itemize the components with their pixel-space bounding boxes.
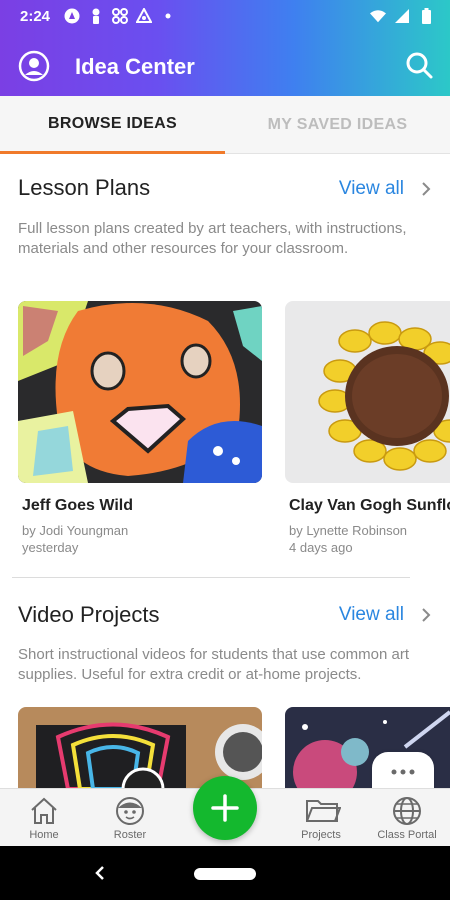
- video-projects-description: Short instructional videos for students …: [18, 646, 410, 683]
- nav-label: Home: [29, 829, 59, 841]
- home-pill-button[interactable]: [194, 868, 256, 880]
- card-title[interactable]: Jeff Goes Wild: [22, 497, 262, 515]
- signal-icon: [394, 8, 410, 24]
- app-notification-icon: [64, 8, 80, 24]
- status-bar: 2:24: [0, 0, 450, 32]
- nav-label: Roster: [113, 829, 147, 841]
- notification-icons: [64, 8, 176, 24]
- video-projects-title: Video Projects: [18, 602, 160, 627]
- card-title[interactable]: Clay Van Gogh Sunflo: [289, 497, 450, 515]
- back-icon[interactable]: [92, 863, 108, 883]
- app-header: 2:24 Idea Center: [0, 0, 450, 96]
- lesson-plans-title: Lesson Plans: [18, 175, 151, 200]
- wifi-icon: [370, 8, 386, 24]
- tab-my-saved-ideas[interactable]: MY SAVED IDEAS: [225, 96, 450, 154]
- video-projects-chevron-right-icon[interactable]: [420, 608, 432, 622]
- globe-icon: [391, 795, 423, 827]
- section-divider: [12, 577, 410, 578]
- nav-label: Projects: [301, 829, 341, 841]
- system-status-icons: [370, 8, 434, 24]
- lesson-plans-view-all-link[interactable]: View all: [339, 178, 404, 200]
- card-date: yesterday: [22, 540, 79, 555]
- app-title: Idea Center: [75, 54, 195, 79]
- person-notification-icon: [88, 8, 104, 24]
- nav-item-home[interactable]: Home: [4, 789, 84, 847]
- home-icon: [28, 795, 60, 827]
- dot-notification-icon: [160, 8, 176, 24]
- add-button[interactable]: [193, 776, 257, 840]
- nav-item-projects[interactable]: Projects: [281, 789, 361, 847]
- folder-icon: [305, 795, 342, 827]
- plus-icon: [211, 794, 239, 822]
- status-time: 2:24: [20, 8, 51, 25]
- nav-label: Class Portal: [377, 829, 437, 841]
- triangle-notification-icon: [136, 8, 152, 24]
- video-projects-view-all-link[interactable]: View all: [339, 604, 404, 626]
- card-author: by Jodi Youngman: [22, 523, 129, 538]
- app-bar: Idea Center: [0, 40, 450, 92]
- lesson-plans-description: Full lesson plans created by art teacher…: [18, 220, 407, 257]
- card-author: by Lynette Robinson: [289, 523, 408, 538]
- system-navigation-bar: [0, 846, 450, 900]
- tab-bar: BROWSE IDEAS MY SAVED IDEAS: [0, 96, 450, 154]
- nav-item-class-portal[interactable]: Class Portal: [367, 789, 447, 847]
- roster-icon: [114, 795, 146, 827]
- nav-item-roster[interactable]: Roster: [90, 789, 170, 847]
- fan-notification-icon: [112, 8, 128, 24]
- battery-icon: [418, 8, 434, 24]
- lesson-plans-chevron-right-icon[interactable]: [420, 182, 432, 196]
- more-options-icon[interactable]: [372, 752, 434, 792]
- tab-browse-ideas[interactable]: BROWSE IDEAS: [0, 96, 225, 154]
- clay-van-gogh-thumbnail[interactable]: [285, 301, 450, 483]
- search-icon[interactable]: [404, 50, 434, 80]
- jeff-goes-wild-thumbnail[interactable]: [18, 301, 262, 483]
- card-date: 4 days ago: [289, 540, 353, 555]
- account-icon[interactable]: [18, 50, 50, 82]
